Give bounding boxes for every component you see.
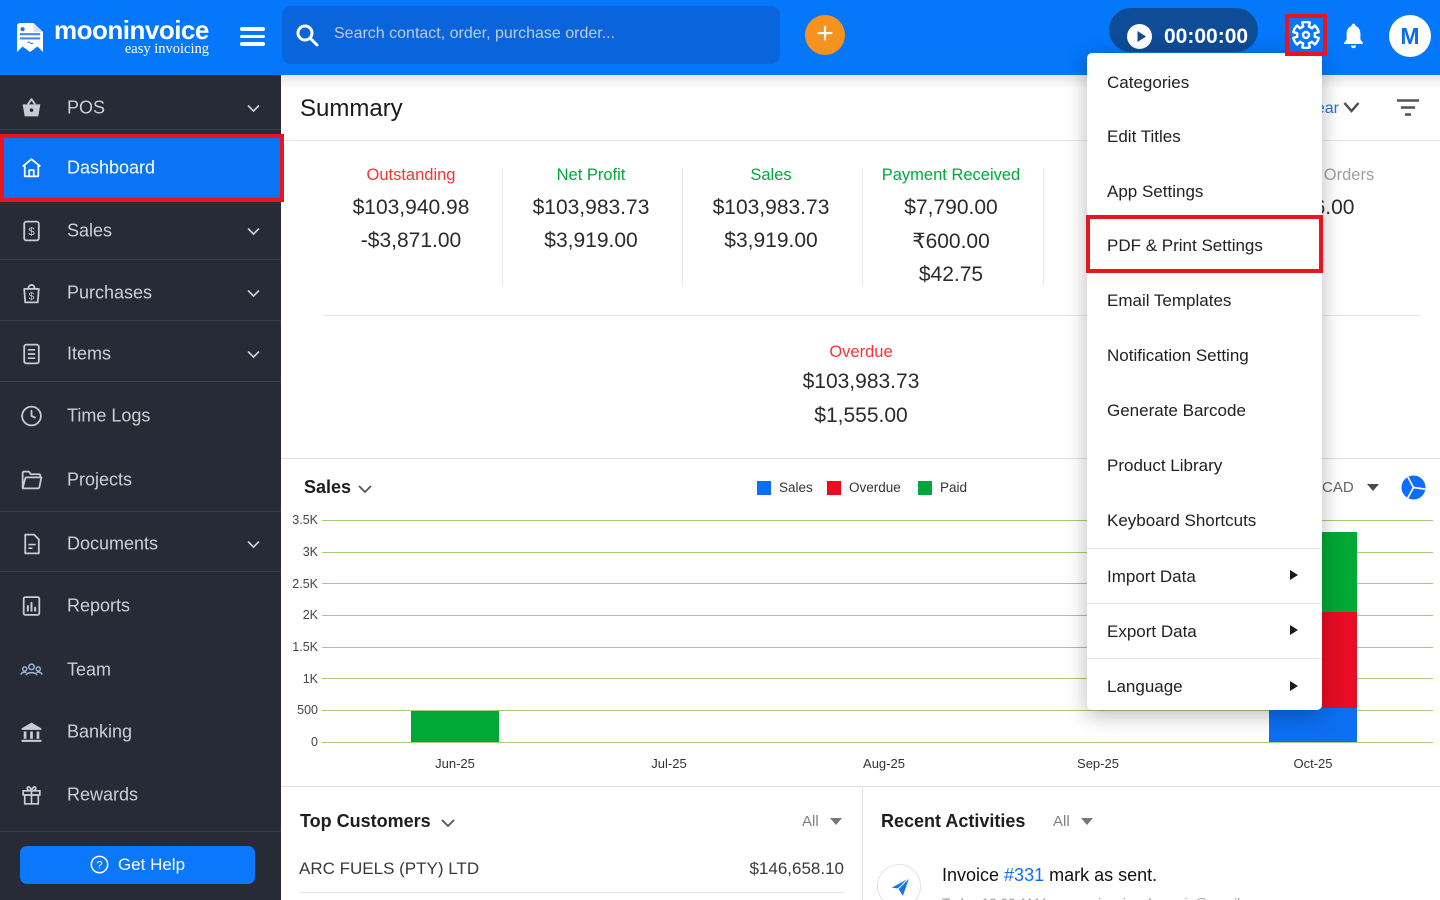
svg-text:?: ?: [96, 859, 102, 871]
svg-text:$: $: [29, 291, 35, 302]
svg-text:$: $: [28, 226, 35, 238]
